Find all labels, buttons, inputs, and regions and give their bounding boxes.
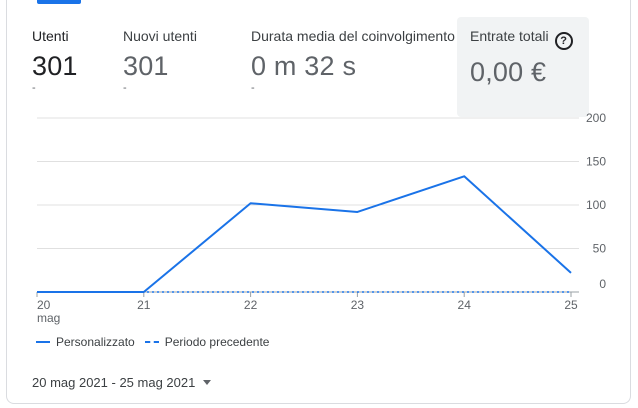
y-tick-label: 200 xyxy=(586,111,606,125)
x-tick-month-label: mag xyxy=(37,311,60,325)
metric-label: Entrate totali? xyxy=(470,28,573,50)
y-tick-label: 0 xyxy=(599,277,606,291)
x-tick-label: 21 xyxy=(137,298,151,312)
legend-label: Periodo precedente xyxy=(164,335,270,349)
metric-nuovi-utenti[interactable]: Nuovi utenti 301 - xyxy=(123,28,197,94)
metric-change: - xyxy=(32,82,36,94)
metric-utenti[interactable]: Utenti 301 - xyxy=(32,28,78,94)
x-axis-ticks: 20mag 21 22 23 24 25 xyxy=(36,292,578,325)
line-chart: 0 50 100 150 200 20mag 21 22 23 24 25 xyxy=(36,111,606,325)
chart-legend: Personalizzato Periodo precedente xyxy=(36,335,279,349)
metric-label: Utenti xyxy=(32,28,69,44)
legend-item-previous[interactable]: Periodo precedente xyxy=(144,335,270,349)
help-icon[interactable]: ? xyxy=(554,32,573,50)
series-line-current xyxy=(37,175,572,293)
metric-entrate-totali[interactable]: Entrate totali? 0,00 € xyxy=(470,28,573,88)
legend-label: Personalizzato xyxy=(56,335,135,349)
caret-down-icon xyxy=(203,380,212,385)
metric-label-text: Entrate totali xyxy=(470,28,549,44)
date-range-text: 20 mag 2021 - 25 mag 2021 xyxy=(32,375,196,390)
chart-grid xyxy=(37,117,579,293)
legend-solid-swatch xyxy=(36,341,50,343)
x-tick-label: 23 xyxy=(351,298,365,312)
metric-label: Nuovi utenti xyxy=(123,28,197,44)
x-tick-label: 20 xyxy=(37,298,51,312)
x-tick-label: 22 xyxy=(244,298,258,312)
date-range-selector[interactable]: 20 mag 2021 - 25 mag 2021 xyxy=(32,375,212,390)
y-tick-label: 150 xyxy=(586,155,606,169)
y-axis-ticks: 0 50 100 150 200 xyxy=(586,111,606,291)
metric-change: - xyxy=(123,82,127,94)
metric-value: 0 m 32 s xyxy=(251,51,357,81)
metric-durata-media[interactable]: Durata media del coinvolgimento 0 m 32 s… xyxy=(251,28,455,92)
legend-dashed-swatch xyxy=(144,341,159,343)
y-tick-label: 50 xyxy=(593,242,607,256)
x-tick-label: 24 xyxy=(458,298,472,312)
metric-value: 301 xyxy=(32,51,78,81)
legend-item-current[interactable]: Personalizzato xyxy=(36,335,135,349)
active-tab-indicator xyxy=(37,0,81,4)
metric-value: 0,00 € xyxy=(470,57,547,87)
chart-series xyxy=(37,175,572,293)
x-tick-label: 25 xyxy=(564,298,578,312)
y-tick-label: 100 xyxy=(586,198,606,212)
metric-label: Durata media del coinvolgimento xyxy=(251,28,455,44)
metric-value: 301 xyxy=(123,51,169,81)
metric-change: - xyxy=(251,82,255,93)
